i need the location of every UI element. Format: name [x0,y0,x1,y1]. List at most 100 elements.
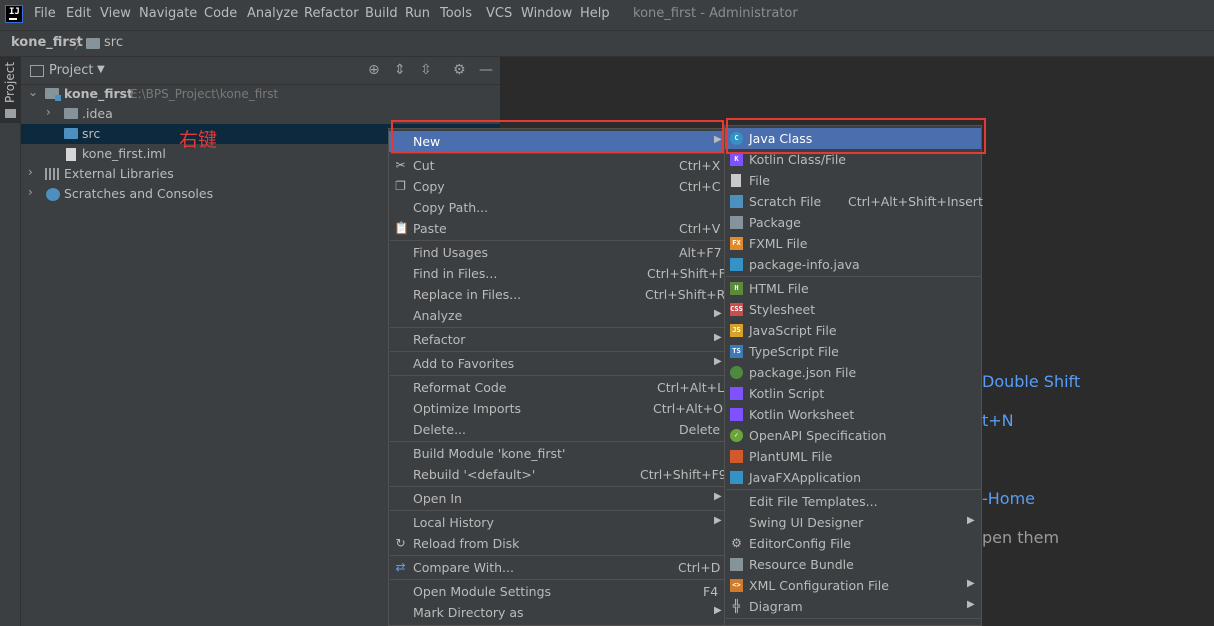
submenu-arrow-icon: ▶ [714,491,722,502]
menu-item-scratch-file[interactable]: Scratch File Ctrl+Alt+Shift+Insert [725,191,983,212]
package-icon [730,216,743,229]
collapse-all-icon[interactable]: ⇳ [420,62,432,78]
menu-item-swing-ui-designer[interactable]: Swing UI Designer ▶ [725,512,981,533]
menu-item-optimize-imports[interactable]: Optimize Imports Ctrl+Alt+O [389,398,725,419]
html-file-icon: H [730,282,743,295]
chevron-right-icon[interactable]: › [28,165,33,179]
menu-item-delete[interactable]: Delete... Delete [389,419,725,440]
menu-item-package[interactable]: Package [725,212,981,233]
menu-item-open-module-settings[interactable]: Open Module Settings F4 [389,581,725,602]
menu-item-stylesheet[interactable]: CSS Stylesheet [725,299,981,320]
window-title: kone_first - Administrator [633,6,798,21]
tree-item-label: kone_first.iml [82,146,166,161]
menu-item-analyze[interactable]: Analyze ▶ [389,305,725,326]
intellij-logo-icon[interactable]: IJ [5,5,23,23]
project-view-selector[interactable]: Project [49,63,93,78]
submenu-arrow-icon: ▶ [714,515,722,526]
menu-item-javascript-file[interactable]: JS JavaScript File [725,320,981,341]
menu-item-find-in-files[interactable]: Find in Files... Ctrl+Shift+F [389,263,726,284]
menu-file[interactable]: File [34,6,56,21]
menu-item-reformat-code[interactable]: Reformat Code Ctrl+Alt+L [389,377,725,398]
tree-item-label: kone_first [64,86,134,101]
menu-item-html-file[interactable]: H HTML File [725,278,981,299]
menu-analyze[interactable]: Analyze [247,6,298,21]
locate-icon[interactable]: ⊕ [368,62,380,78]
menu-item-reload-from-disk[interactable]: ↻ Reload from Disk [389,533,725,554]
menu-item-refactor[interactable]: Refactor ▶ [389,329,725,350]
tree-item-root[interactable]: ⌄ kone_first E:\BPS_Project\kone_first [21,84,500,104]
menu-item-copy[interactable]: ❐ Copy Ctrl+C [389,176,725,197]
clipboard-icon: 📋 [394,221,409,235]
menu-code[interactable]: Code [204,6,237,21]
scratches-icon [46,188,60,201]
hint-drop-files: pen them [982,528,1060,547]
menu-help[interactable]: Help [580,6,610,21]
menu-item-cut[interactable]: ✂ Cut Ctrl+X [389,155,725,176]
chevron-right-icon[interactable]: › [28,185,33,199]
gear-icon[interactable]: ⚙ [453,62,466,78]
resource-bundle-icon [730,558,743,571]
menu-item-package-info[interactable]: package-info.java [725,254,981,275]
menu-item-package-json[interactable]: package.json File [725,362,981,383]
menu-item-local-history[interactable]: Local History ▶ [389,512,725,533]
menu-refactor[interactable]: Refactor [304,6,359,21]
project-tool-tab[interactable]: Project [0,57,21,123]
menu-item-xml-configuration[interactable]: <> XML Configuration File ▶ [725,575,981,596]
menu-item-resource-bundle[interactable]: Resource Bundle [725,554,981,575]
xml-file-icon: <> [730,579,743,592]
menu-item-build-module[interactable]: Build Module 'kone_first' [389,443,725,464]
menu-item-compare-with[interactable]: ⇄ Compare With... Ctrl+D [389,557,725,578]
menu-run[interactable]: Run [405,6,430,21]
menu-build[interactable]: Build [365,6,398,21]
expand-all-icon[interactable]: ⇕ [394,62,406,78]
breadcrumb-project[interactable]: kone_first [11,35,83,50]
menu-bar: IJ File Edit View Navigate Code Analyze … [0,0,1214,30]
project-tool-label: Project [3,61,17,103]
menu-item-kotlin-script[interactable]: Kotlin Script [725,383,981,404]
menu-edit[interactable]: Edit [66,6,91,21]
menu-navigate[interactable]: Navigate [139,6,197,21]
menu-item-fxml-file[interactable]: FX FXML File [725,233,981,254]
submenu-arrow-icon: ▶ [714,332,722,343]
tree-item-label: Scratches and Consoles [64,186,214,201]
project-view-icon [30,65,44,77]
module-folder-icon [45,88,61,101]
javascript-file-icon: JS [730,324,743,337]
menu-item-replace-in-files[interactable]: Replace in Files... Ctrl+Shift+R [389,284,725,305]
editorconfig-icon: ⚙ [731,536,742,550]
hint-search-everywhere: Double Shift [982,372,1081,391]
chevron-right-icon[interactable]: › [46,105,51,119]
menu-item-openapi[interactable]: ✓ OpenAPI Specification [725,425,981,446]
project-panel-header: Project ▼ ⊕ ⇕ ⇳ ⚙ — [21,57,500,85]
menu-item-open-in[interactable]: Open In ▶ [389,488,725,509]
kotlin-worksheet-icon [730,408,743,421]
menu-item-edit-file-templates[interactable]: Edit File Templates... [725,491,981,512]
menu-vcs[interactable]: VCS [486,6,512,21]
menu-item-javafx-application[interactable]: JavaFXApplication [725,467,981,488]
menu-item-typescript-file[interactable]: TS TypeScript File [725,341,981,362]
menu-item-copy-path[interactable]: Copy Path... [389,197,725,218]
scissors-icon: ✂ [395,158,406,172]
menu-window[interactable]: Window [521,6,572,21]
refresh-icon: ↻ [395,536,406,550]
chevron-down-icon[interactable]: ⌄ [28,85,38,99]
menu-item-mark-directory-as[interactable]: Mark Directory as ▶ [389,602,725,623]
menu-item-kotlin-worksheet[interactable]: Kotlin Worksheet [725,404,981,425]
compare-icon: ⇄ [395,560,406,574]
menu-item-add-to-favorites[interactable]: Add to Favorites ▶ [389,353,725,374]
menu-item-paste[interactable]: 📋 Paste Ctrl+V [389,218,725,239]
menu-tools[interactable]: Tools [440,6,472,21]
menu-item-plantuml[interactable]: PlantUML File [725,446,981,467]
chevron-down-icon[interactable]: ▼ [97,64,105,75]
breadcrumb-src[interactable]: src [104,35,123,50]
menu-item-file[interactable]: File [725,170,981,191]
menu-item-editorconfig[interactable]: ⚙ EditorConfig File [725,533,981,554]
minimize-icon[interactable]: — [479,62,493,78]
menu-item-diagram[interactable]: ╬ Diagram ▶ [725,596,981,617]
new-submenu: C Java Class K Kotlin Class/File File Sc… [724,125,983,626]
menu-view[interactable]: View [100,6,131,21]
menu-item-rebuild[interactable]: Rebuild '<default>' Ctrl+Shift+F9 [389,464,727,485]
menu-item-find-usages[interactable]: Find Usages Alt+F7 [389,242,725,263]
tool-window-strip: Project [0,57,21,626]
tree-item-path: E:\BPS_Project\kone_first [130,87,279,101]
